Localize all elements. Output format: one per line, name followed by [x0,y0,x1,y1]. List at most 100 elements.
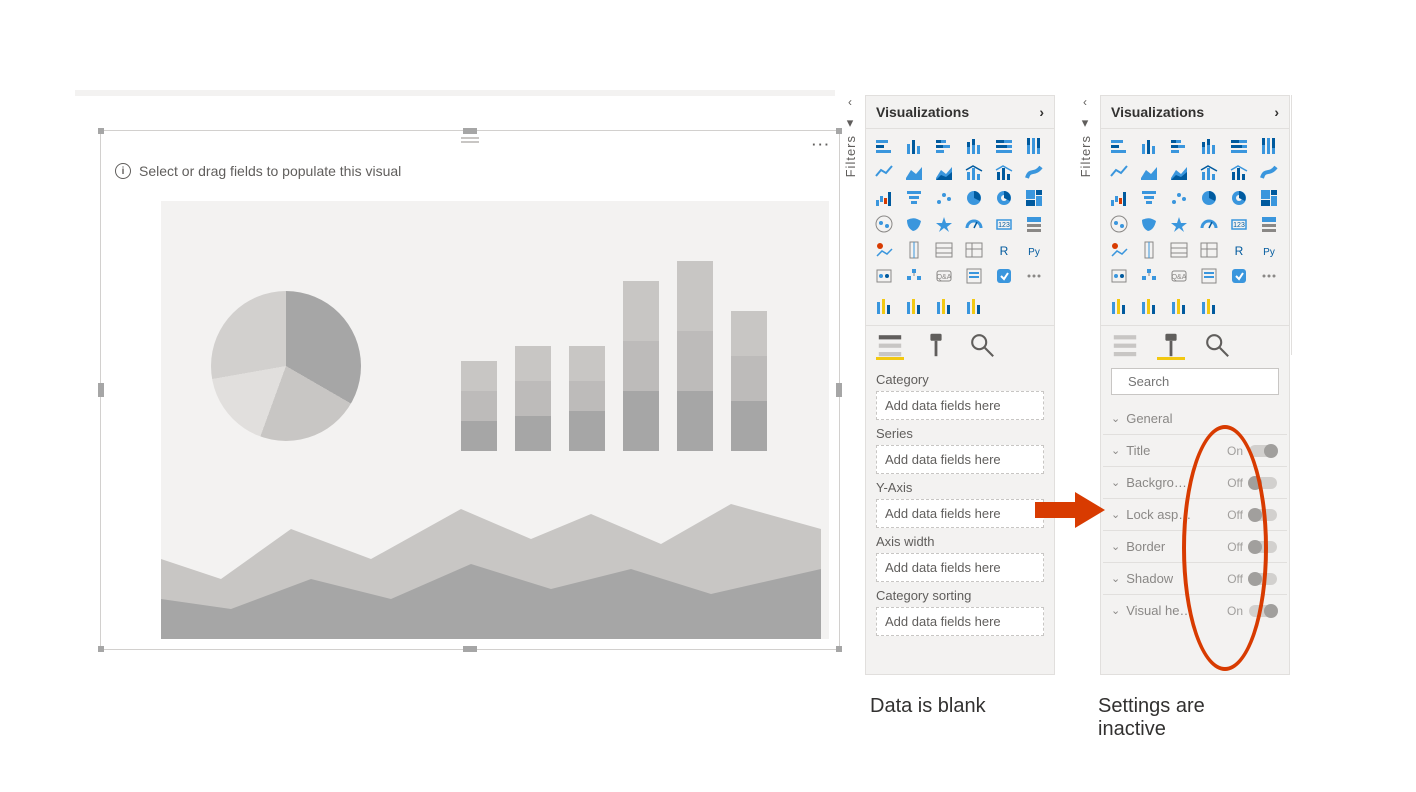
treemap-chart-icon[interactable] [1022,187,1046,209]
analytics-tab[interactable] [968,332,996,360]
format-option-row[interactable]: ⌄ShadowOff [1103,562,1287,594]
map-icon[interactable] [1107,213,1131,235]
slicer-icon[interactable] [902,239,926,261]
line-stacked-column-chart-icon[interactable] [962,161,986,183]
treemap-chart-icon[interactable] [1257,187,1281,209]
field-well-dropzone[interactable]: Add data fields here [876,553,1044,582]
resize-handle[interactable] [836,383,842,397]
format-option-row[interactable]: ⌄TitleOn [1103,434,1287,466]
custom-viz-2-icon[interactable] [902,295,926,317]
stacked-bar-chart-icon[interactable] [872,135,896,157]
100-stacked-bar-chart-icon[interactable] [1227,135,1251,157]
format-option-row[interactable]: ⌄Lock asp…Off [1103,498,1287,530]
funnel-chart-icon[interactable] [902,187,926,209]
chevron-right-icon[interactable]: › [1274,104,1279,120]
format-search-input[interactable] [1126,373,1306,390]
format-option-row[interactable]: ⌄BorderOff [1103,530,1287,562]
waterfall-chart-icon[interactable] [1107,187,1131,209]
stacked-column-chart-icon[interactable] [1137,135,1161,157]
r-visual-icon[interactable]: R [992,239,1016,261]
field-well-dropzone[interactable]: Add data fields here [876,607,1044,636]
filters-pane-collapsed[interactable]: ‹ ▾ Filters [836,95,864,215]
table-icon[interactable] [1167,239,1191,261]
gauge-icon[interactable] [1197,213,1221,235]
kpi-icon[interactable] [1107,239,1131,261]
filters-pane-collapsed[interactable]: ‹ ▾ Filters [1071,95,1099,215]
python-visual-icon[interactable]: Py [1022,239,1046,261]
gauge-icon[interactable] [962,213,986,235]
key-influencers-icon[interactable] [872,265,896,287]
matrix-icon[interactable] [1197,239,1221,261]
clustered-column-chart-icon[interactable] [1197,135,1221,157]
resize-handle[interactable] [836,646,842,652]
azure-map-icon[interactable] [1167,213,1191,235]
donut-chart-icon[interactable] [1227,187,1251,209]
more-visuals-icon[interactable] [1022,265,1046,287]
card-icon[interactable]: 123 [1227,213,1251,235]
pie-chart-icon[interactable] [962,187,986,209]
key-influencers-icon[interactable] [1107,265,1131,287]
format-tab[interactable] [922,332,950,360]
resize-handle[interactable] [463,128,477,134]
format-option-row[interactable]: ⌄Backgro…Off [1103,466,1287,498]
pie-chart-icon[interactable] [1197,187,1221,209]
format-option-row[interactable]: ⌄Visual he…On [1103,594,1287,626]
paginated-icon[interactable] [962,265,986,287]
ribbon-chart-icon[interactable] [1022,161,1046,183]
area-chart-icon[interactable] [1137,161,1161,183]
line-chart-icon[interactable] [872,161,896,183]
powerapps-icon[interactable] [992,265,1016,287]
toggle-switch[interactable]: Off [1227,508,1277,522]
map-icon[interactable] [872,213,896,235]
toggle-switch[interactable]: On [1227,604,1277,618]
area-chart-icon[interactable] [902,161,926,183]
clustered-bar-chart-icon[interactable] [932,135,956,157]
visual-placeholder-card[interactable]: ··· i Select or drag fields to populate … [100,130,840,650]
paginated-icon[interactable] [1197,265,1221,287]
clustered-column-chart-icon[interactable] [962,135,986,157]
donut-chart-icon[interactable] [992,187,1016,209]
line-chart-icon[interactable] [1107,161,1131,183]
custom-viz-4-icon[interactable] [1197,295,1221,317]
filled-map-icon[interactable] [1137,213,1161,235]
filled-map-icon[interactable] [902,213,926,235]
format-option-row[interactable]: ⌄General [1103,403,1287,434]
analytics-tab[interactable] [1203,332,1231,360]
powerapps-icon[interactable] [1227,265,1251,287]
qa-visual-icon[interactable]: Q&A [1167,265,1191,287]
scatter-chart-icon[interactable] [1167,187,1191,209]
resize-handle[interactable] [98,646,104,652]
drag-grip-icon[interactable] [461,137,479,143]
format-tab[interactable] [1157,332,1185,360]
line-stacked-column-chart-icon[interactable] [1197,161,1221,183]
stacked-column-chart-icon[interactable] [902,135,926,157]
custom-viz-2-icon[interactable] [1137,295,1161,317]
qa-visual-icon[interactable]: Q&A [932,265,956,287]
waterfall-chart-icon[interactable] [872,187,896,209]
resize-handle[interactable] [463,646,477,652]
matrix-icon[interactable] [962,239,986,261]
fields-tab[interactable] [876,332,904,360]
fields-tab[interactable] [1111,332,1139,360]
field-well-dropzone[interactable]: Add data fields here [876,391,1044,420]
more-options-icon[interactable]: ··· [812,137,831,152]
chevron-right-icon[interactable]: › [1039,104,1044,120]
card-icon[interactable]: 123 [992,213,1016,235]
ribbon-chart-icon[interactable] [1257,161,1281,183]
stacked-area-chart-icon[interactable] [932,161,956,183]
line-clustered-column-chart-icon[interactable] [1227,161,1251,183]
decomposition-tree-icon[interactable] [1137,265,1161,287]
r-visual-icon[interactable]: R [1227,239,1251,261]
custom-viz-4-icon[interactable] [962,295,986,317]
kpi-icon[interactable] [872,239,896,261]
custom-viz-1-icon[interactable] [1107,295,1131,317]
100-stacked-column-chart-icon[interactable] [1257,135,1281,157]
format-search[interactable] [1111,368,1279,395]
decomposition-tree-icon[interactable] [902,265,926,287]
more-visuals-icon[interactable] [1257,265,1281,287]
multi-row-card-icon[interactable] [1257,213,1281,235]
resize-handle[interactable] [98,128,104,134]
line-clustered-column-chart-icon[interactable] [992,161,1016,183]
clustered-bar-chart-icon[interactable] [1167,135,1191,157]
toggle-switch[interactable]: On [1227,444,1277,458]
